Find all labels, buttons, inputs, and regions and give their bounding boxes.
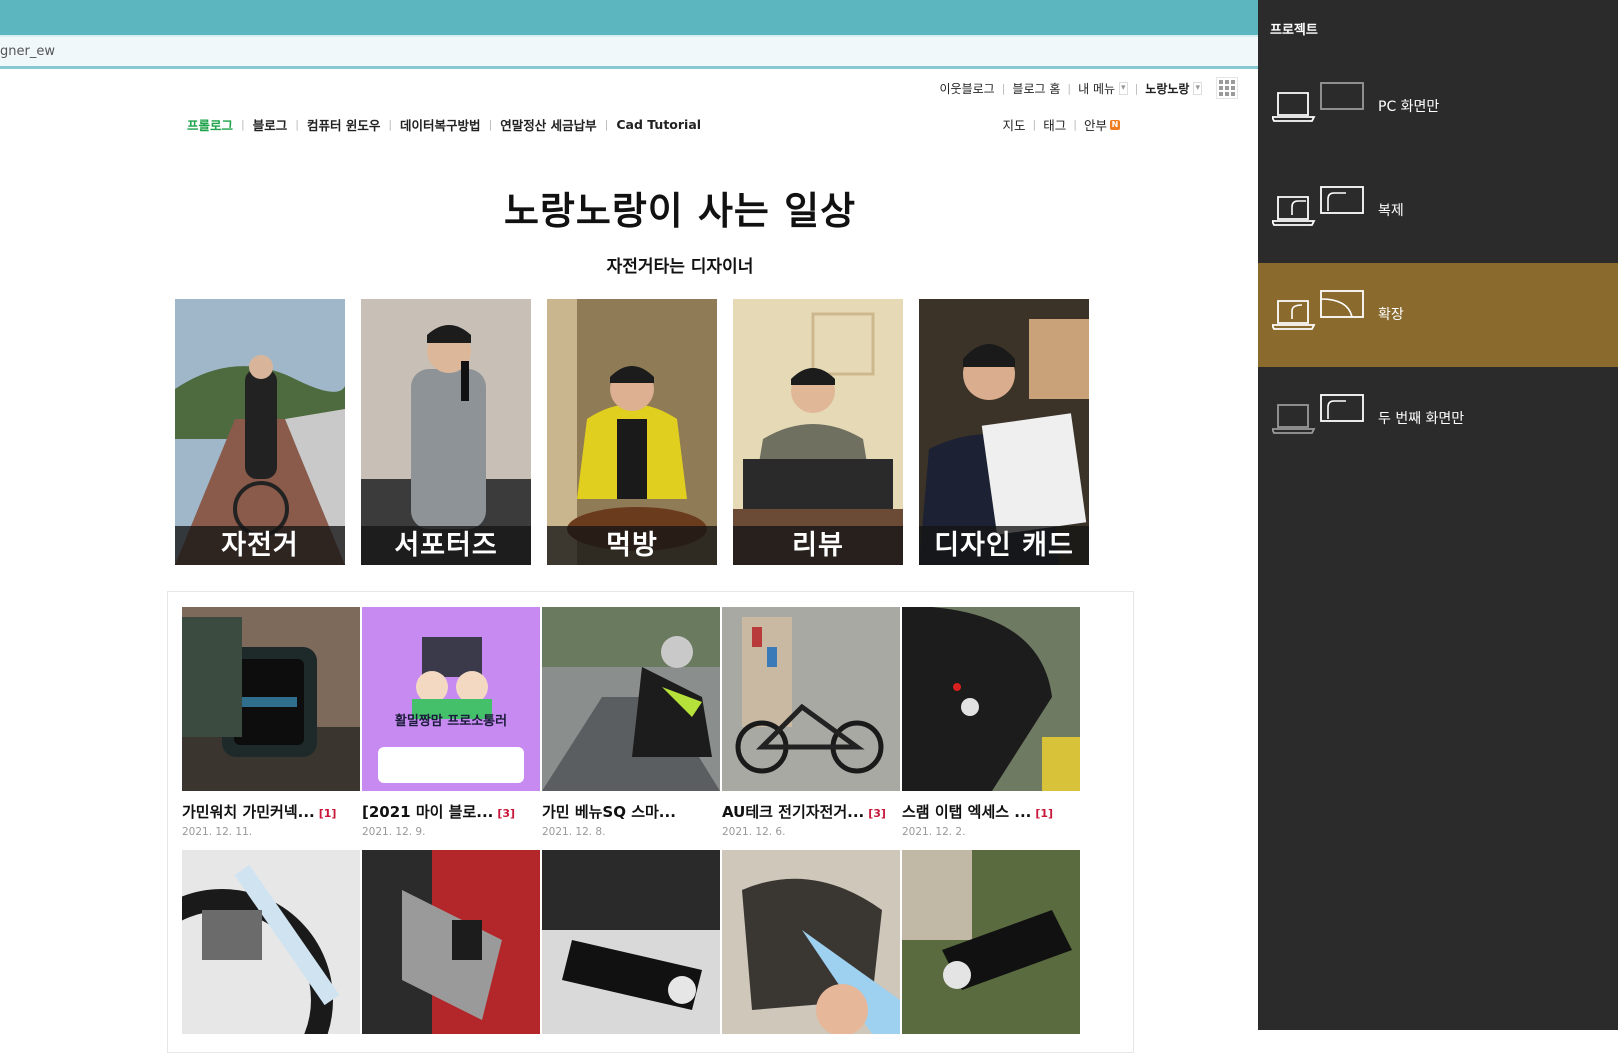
- laptop-monitor-icon: [1272, 82, 1364, 122]
- category-tiles: 자전거 서포터즈 먹방 리뷰 디자인 캐드: [175, 299, 1089, 565]
- gnb-blog-home[interactable]: 블로그 홈: [1012, 80, 1060, 97]
- post-thumbnail[interactable]: 활밀짱맘 프로소통러: [362, 607, 540, 791]
- category-label: 먹방: [547, 526, 717, 565]
- post-item[interactable]: 가민워치 가민커넥... [1] 2021. 12. 11.: [182, 607, 362, 840]
- laptop-monitor-icon: [1272, 186, 1364, 226]
- post-thumbnail[interactable]: [182, 607, 360, 791]
- menu-item-data-recovery[interactable]: 데이터복구방법: [400, 115, 481, 134]
- chevron-down-icon: ▾: [1193, 81, 1202, 95]
- post-item[interactable]: 가민 베뉴SQ 스마... 2021. 12. 8.: [542, 607, 722, 840]
- post-item[interactable]: 스램 이탭 엑세스 ... [1] 2021. 12. 2.: [902, 607, 1082, 840]
- post-thumbnail[interactable]: [902, 607, 1080, 791]
- post-thumbnail[interactable]: [722, 850, 900, 1034]
- blog-subtitle: 자전거타는 디자이너: [606, 257, 754, 277]
- project-panel: 프로젝트 PC 화면만 복제 확장 두 번째 화면만: [1258, 0, 1618, 1030]
- category-label: 자전거: [175, 526, 345, 565]
- category-tile-design-cad[interactable]: 디자인 캐드: [919, 299, 1089, 565]
- post-title[interactable]: [2021 마이 블로... [3]: [362, 801, 534, 822]
- post-thumbnail[interactable]: [182, 850, 360, 1034]
- menu-guestbook[interactable]: 안부: [1084, 115, 1107, 134]
- option-label: 두 번째 화면만: [1378, 411, 1465, 427]
- post-date: 2021. 12. 6.: [722, 826, 786, 838]
- blog-menu: 프롤로그 | 블로그 | 컴퓨터 윈도우 | 데이터복구방법 | 연말정산 세금…: [187, 115, 702, 134]
- post-thumbnail[interactable]: [902, 850, 1080, 1034]
- post-thumbnail[interactable]: [362, 850, 540, 1034]
- post-item[interactable]: [182, 850, 362, 1034]
- menu-item-computer-windows[interactable]: 컴퓨터 윈도우: [307, 115, 380, 134]
- post-date: 2021. 12. 9.: [362, 826, 426, 838]
- address-bar[interactable]: gner_ew: [0, 35, 1258, 69]
- chevron-down-icon: ▾: [1119, 81, 1128, 95]
- post-date: 2021. 12. 2.: [902, 826, 966, 838]
- comment-count: [1]: [318, 807, 337, 820]
- category-tile-supporters[interactable]: 서포터즈: [361, 299, 531, 565]
- category-tile-bicycle[interactable]: 자전거: [175, 299, 345, 565]
- menu-item-cad-tutorial[interactable]: Cad Tutorial: [616, 117, 701, 132]
- post-date: 2021. 12. 8.: [542, 826, 606, 838]
- option-label: 확장: [1378, 307, 1404, 323]
- option-label: 복제: [1378, 203, 1404, 219]
- project-option-extend[interactable]: 확장: [1258, 263, 1618, 367]
- browser-tab-bar: [0, 0, 1258, 35]
- post-title[interactable]: 스램 이탭 엑세스 ... [1]: [902, 801, 1074, 822]
- menu-map[interactable]: 지도: [1003, 115, 1026, 134]
- gnb-user-menu[interactable]: 노랑노랑 ▾: [1145, 80, 1202, 97]
- svg-text:활밀짱맘 프로소통러: 활밀짱맘 프로소통러: [395, 713, 507, 729]
- post-thumbnail[interactable]: [542, 850, 720, 1034]
- address-text: gner_ew: [0, 44, 55, 59]
- project-option-second-only[interactable]: 두 번째 화면만: [1258, 367, 1618, 471]
- laptop-monitor-icon: [1272, 290, 1364, 330]
- post-title[interactable]: 가민 베뉴SQ 스마...: [542, 801, 714, 822]
- gnb-neighbor-blog[interactable]: 이웃블로그: [939, 80, 994, 97]
- post-thumbnail[interactable]: [542, 607, 720, 791]
- global-nav: 이웃블로그 | 블로그 홈 | 내 메뉴 ▾ | 노랑노랑 ▾: [939, 77, 1238, 99]
- apps-grid-icon[interactable]: [1216, 77, 1238, 99]
- post-item[interactable]: AU테크 전기자전거... [3] 2021. 12. 6.: [722, 607, 902, 840]
- menu-item-prologue[interactable]: 프롤로그: [187, 115, 233, 134]
- blog-title[interactable]: 노랑노랑이 사는 일상: [175, 180, 1185, 235]
- post-date: 2021. 12. 11.: [182, 826, 253, 838]
- post-grid: 가민워치 가민커넥... [1] 2021. 12. 11. 활밀짱맘 프로소통러…: [182, 607, 1082, 1034]
- gnb-my-menu[interactable]: 내 메뉴 ▾: [1078, 80, 1128, 97]
- comment-count: [3]: [868, 807, 886, 820]
- menu-tag[interactable]: 태그: [1043, 115, 1066, 134]
- project-option-duplicate[interactable]: 복제: [1258, 159, 1618, 263]
- post-item[interactable]: [362, 850, 542, 1034]
- post-thumbnail[interactable]: [722, 607, 900, 791]
- comment-count: [3]: [497, 807, 516, 820]
- panel-title: 프로젝트: [1270, 23, 1318, 38]
- post-item[interactable]: 활밀짱맘 프로소통러 [2021 마이 블로... [3] 2021. 12. 9…: [362, 607, 542, 840]
- new-badge: N: [1110, 119, 1120, 130]
- post-item[interactable]: [902, 850, 1082, 1034]
- post-item[interactable]: [542, 850, 722, 1034]
- blog-right-menu: 지도 | 태그 | 안부 N: [1003, 115, 1120, 134]
- category-tile-review[interactable]: 리뷰: [733, 299, 903, 565]
- category-tile-mukbang[interactable]: 먹방: [547, 299, 717, 565]
- menu-item-blog[interactable]: 블로그: [253, 115, 288, 134]
- option-label: PC 화면만: [1378, 99, 1440, 115]
- category-label: 서포터즈: [361, 526, 531, 565]
- menu-item-tax[interactable]: 연말정산 세금납부: [500, 115, 596, 134]
- post-title[interactable]: AU테크 전기자전거... [3]: [722, 801, 894, 822]
- laptop-monitor-icon: [1272, 394, 1364, 434]
- comment-count: [1]: [1035, 807, 1054, 820]
- post-item[interactable]: [722, 850, 902, 1034]
- project-option-pc-only[interactable]: PC 화면만: [1258, 55, 1618, 159]
- post-title[interactable]: 가민워치 가민커넥... [1]: [182, 801, 354, 822]
- category-label: 디자인 캐드: [919, 526, 1089, 565]
- category-label: 리뷰: [733, 526, 903, 565]
